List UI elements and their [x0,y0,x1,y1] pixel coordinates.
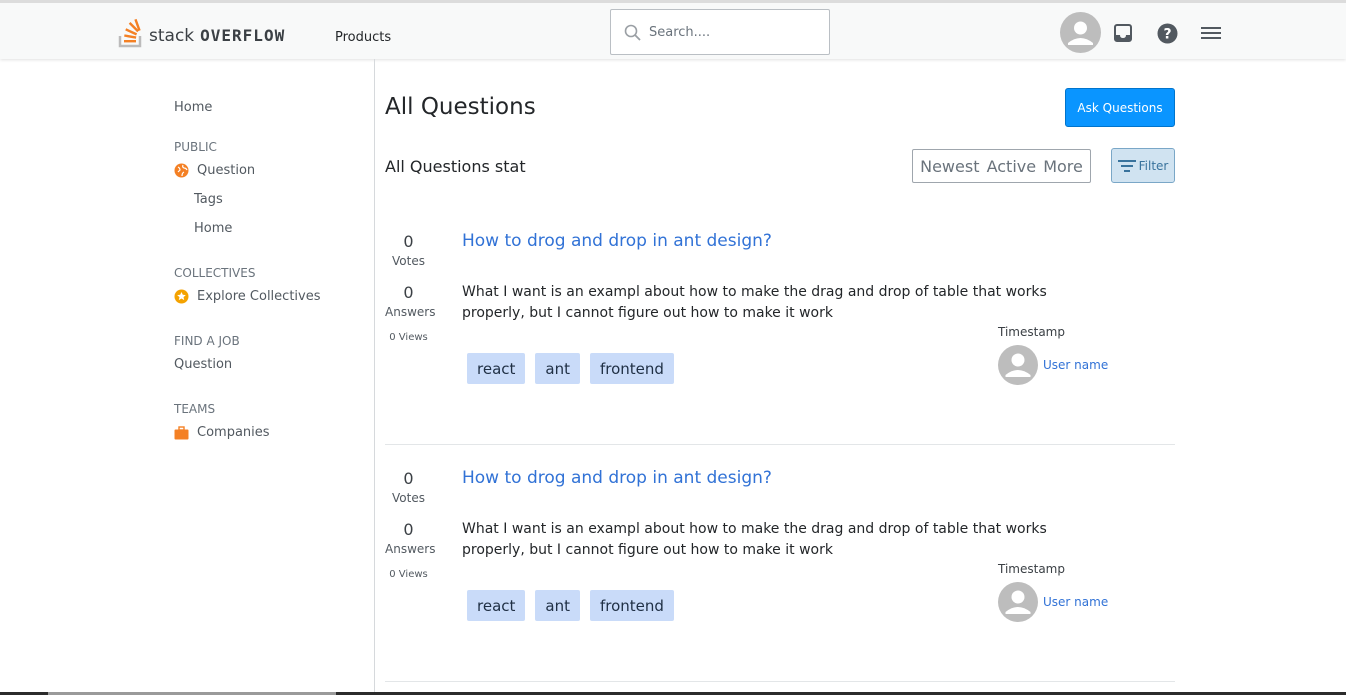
tab-active[interactable]: Active [987,157,1037,176]
sidebar-item-home[interactable]: Home [174,100,212,115]
user-name-link[interactable]: User name [1043,358,1108,372]
hamburger-menu-icon[interactable] [1200,22,1222,44]
sidebar-heading-public: PUBLIC [174,140,217,154]
question-excerpt: What I want is an exampl about how to ma… [462,519,1082,561]
avatar[interactable] [998,345,1038,385]
svg-text:?: ? [1163,26,1171,42]
questions-stat-label: All Questions stat [385,157,526,176]
excerpt-line: What I want is an exampl about how to ma… [462,521,1047,537]
stackoverflow-logo[interactable]: stack OVERFLOW [118,12,285,48]
sidebar-heading-collectives: COLLECTIVES [174,266,256,280]
logo-text-overflow: OVERFLOW [200,26,286,45]
tab-newest[interactable]: Newest [920,157,979,176]
view-count: 0 Views [385,569,432,580]
page-title: All Questions [385,94,536,120]
votes-label: Votes [392,254,425,268]
profile-avatar[interactable] [1060,12,1101,53]
avatar[interactable] [998,582,1038,622]
tag-frontend[interactable]: frontend [589,590,674,621]
sidebar-item-home-2[interactable]: Home [194,221,232,236]
tag-list: react ant frontend [467,353,674,384]
search-box[interactable] [610,9,830,55]
vote-count: 0 Votes [385,232,432,268]
vote-count: 0 Votes [385,469,432,505]
user-icon [1005,353,1031,377]
timestamp: Timestamp [998,325,1065,339]
question-excerpt: What I want is an exampl about how to ma… [462,282,1082,324]
question-summary: 0 Votes 0 Answers 0 Views How to drog an… [385,445,1175,682]
search-icon [624,24,641,41]
stack-logo-icon [118,18,142,48]
question-title-link[interactable]: How to drog and drop in ant design? [462,231,772,251]
logo-text-stack: stack [149,26,195,46]
sidebar-item-question[interactable]: Question [174,163,255,178]
left-sidebar: Home PUBLIC Question Tags Home COLLECTIV… [0,59,375,695]
sidebar-item-job-question[interactable]: Question [174,357,232,372]
ask-question-button[interactable]: Ask Questions [1065,88,1175,127]
products-link[interactable]: Products [335,30,391,45]
answers-number: 0 [403,283,414,302]
answer-count: 0 Answers [385,283,436,319]
user-icon [1068,21,1093,45]
filter-button[interactable]: Filter [1111,148,1175,183]
sidebar-item-label: Question [197,163,256,178]
answers-label: Answers [385,542,436,556]
votes-number: 0 [403,469,414,488]
filter-label: Filter [1138,158,1169,173]
tag-react[interactable]: react [467,590,526,621]
question-title-link[interactable]: How to drog and drop in ant design? [462,468,772,488]
globe-icon [174,163,189,178]
briefcase-icon [174,425,189,440]
star-icon [174,289,189,304]
sidebar-item-companies[interactable]: Companies [174,425,270,440]
answers-label: Answers [385,305,436,319]
answers-number: 0 [403,520,414,539]
user-name-link[interactable]: User name [1043,595,1108,609]
tag-react[interactable]: react [467,353,526,384]
votes-number: 0 [403,232,414,251]
tag-ant[interactable]: ant [535,353,580,384]
tag-ant[interactable]: ant [535,590,580,621]
timestamp: Timestamp [998,562,1065,576]
tag-frontend[interactable]: frontend [589,353,674,384]
user-icon [1005,590,1031,614]
excerpt-line: What I want is an exampl about how to ma… [462,284,1047,300]
user-card: User name [998,582,1108,622]
top-bar: stack OVERFLOW Products ? [0,0,1346,59]
votes-label: Votes [392,491,425,505]
sidebar-item-tags[interactable]: Tags [194,192,223,207]
search-input[interactable] [649,24,809,40]
sidebar-item-explore-collectives[interactable]: Explore Collectives [174,289,321,304]
view-count: 0 Views [385,332,432,343]
views-label: 0 Views [389,332,428,343]
help-icon[interactable]: ? [1156,22,1178,44]
tab-more[interactable]: More [1043,157,1083,176]
sidebar-item-label: Explore Collectives [197,289,321,304]
sort-tabs: Newest Active More [912,149,1091,183]
question-summary: 0 Votes 0 Answers 0 Views How to drog an… [385,208,1175,445]
filter-icon [1117,159,1136,172]
views-label: 0 Views [389,569,428,580]
user-card: User name [998,345,1108,385]
tag-list: react ant frontend [467,590,674,621]
answer-count: 0 Answers [385,520,436,556]
sidebar-heading-teams: TEAMS [174,402,216,416]
sidebar-item-label: Companies [197,425,270,440]
inbox-icon[interactable] [1112,22,1134,44]
sidebar-heading-find-a-job: FIND A JOB [174,334,240,348]
excerpt-line: properly, but I cannot figure out how to… [462,305,833,321]
excerpt-line: properly, but I cannot figure out how to… [462,542,833,558]
